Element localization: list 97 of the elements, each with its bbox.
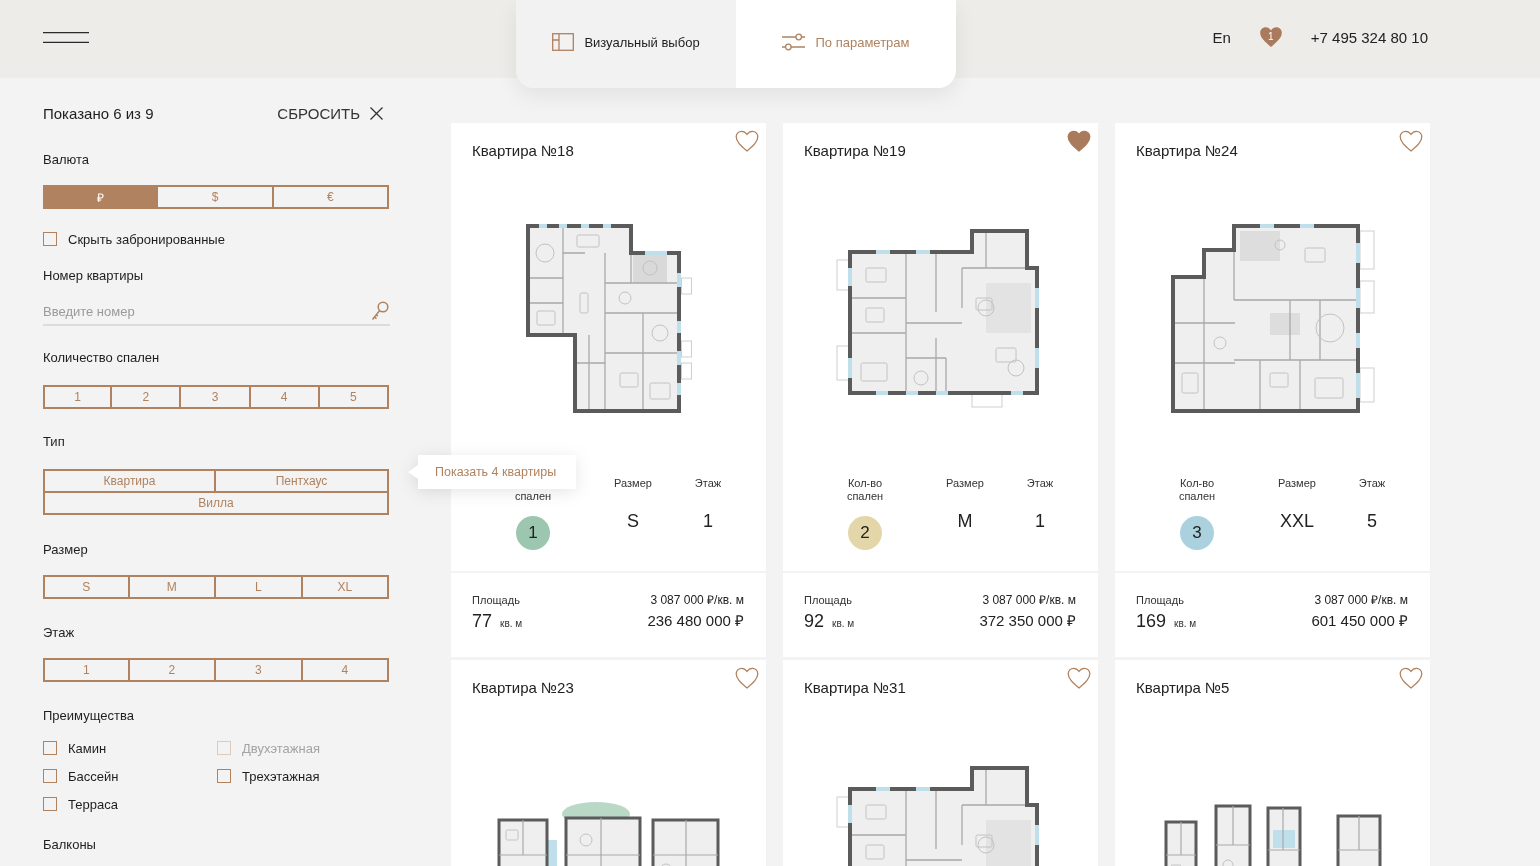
filter-option[interactable]: M	[127, 575, 216, 599]
filter-option[interactable]: L	[214, 575, 303, 599]
stat-label: Размер	[614, 477, 652, 490]
stat-label: Размер	[946, 477, 984, 490]
filter-option[interactable]: Квартира	[43, 469, 216, 493]
reset-button[interactable]: СБРОСИТЬ	[277, 104, 383, 122]
apartment-title: Квартира №24	[1136, 142, 1238, 160]
stat-value: XXL	[1280, 511, 1314, 531]
price-per-meter: 3 087 000 ₽/кв. м	[982, 593, 1076, 607]
view-tab[interactable]: Визуальный выбор	[516, 0, 736, 88]
apartment-title: Квартира №23	[472, 679, 574, 697]
area-unit: кв. м	[500, 618, 523, 629]
apartment-title: Квартира №19	[804, 142, 906, 160]
filter-option[interactable]: $	[156, 185, 274, 209]
language-link[interactable]: En	[1212, 29, 1231, 46]
filter-option[interactable]: €	[271, 185, 389, 209]
apartment-title: Квартира №31	[804, 679, 906, 697]
area-label: Площадь	[804, 593, 853, 607]
stat-label: Этаж	[1358, 477, 1386, 490]
heart-icon[interactable]	[1399, 130, 1423, 153]
area-value: 92	[804, 612, 825, 630]
filter-option[interactable]: 3	[214, 658, 303, 682]
stat-label: Этаж	[694, 477, 722, 490]
filter-label: Балконы	[43, 837, 96, 853]
stat-value: 5	[1367, 511, 1377, 531]
filter-option[interactable]: 4	[300, 658, 389, 682]
area-unit: кв. м	[832, 618, 855, 629]
filter-option[interactable]: 2	[110, 385, 182, 409]
filter-label: Номер квартиры	[43, 268, 144, 284]
checkbox[interactable]	[43, 797, 57, 811]
checkbox[interactable]	[43, 232, 57, 246]
heart-icon	[1258, 26, 1283, 49]
stat-value: 1	[1035, 511, 1045, 531]
filter-option[interactable]: Вилла	[43, 491, 389, 515]
layout-icon	[552, 33, 575, 51]
filter-option[interactable]: 1	[43, 385, 113, 409]
area-label: Площадь	[472, 593, 521, 607]
filter-label: Тип	[43, 434, 65, 450]
filter-option[interactable]: 2	[127, 658, 216, 682]
filter-option[interactable]: 4	[248, 385, 320, 409]
heart-icon[interactable]	[735, 130, 759, 153]
favorites-button[interactable]: 1	[1258, 26, 1283, 49]
heart-icon[interactable]	[1067, 667, 1091, 690]
stat-label: Этаж	[1026, 477, 1054, 490]
area-label: Площадь	[1136, 593, 1185, 607]
checkbox[interactable]	[43, 741, 57, 755]
heart-icon[interactable]	[1399, 667, 1423, 690]
menu-icon[interactable]	[43, 32, 89, 43]
stat-label: Размер	[1278, 477, 1316, 490]
checkbox-label: Терраса	[68, 796, 118, 812]
filter-label: Размер	[43, 542, 88, 558]
checkbox[interactable]	[217, 769, 231, 783]
area-value: 77	[472, 612, 493, 630]
bedroom-count: 2	[848, 516, 882, 550]
view-tab[interactable]: По параметрам	[736, 0, 956, 88]
area-unit: кв. м	[1174, 618, 1197, 629]
stat-label: Кол-во спален	[845, 477, 885, 503]
checkbox[interactable]	[43, 769, 57, 783]
apartment-title: Квартира №18	[472, 142, 574, 160]
checkbox-label: Двухэтажная	[242, 740, 320, 756]
price-per-meter: 3 087 000 ₽/кв. м	[1314, 593, 1408, 607]
price-per-meter: 3 087 000 ₽/кв. м	[650, 593, 744, 607]
stat-label: Кол-во спален	[1177, 477, 1217, 503]
total-price: 372 350 000 ₽	[979, 612, 1076, 630]
total-price: 601 450 000 ₽	[1311, 612, 1408, 630]
filter-option[interactable]: XL	[300, 575, 389, 599]
total-price: 236 480 000 ₽	[647, 612, 744, 630]
filter-option[interactable]: ₽	[43, 185, 159, 209]
apartment-number-field[interactable]: Введите номер	[43, 299, 390, 326]
heart-icon[interactable]	[735, 667, 759, 690]
checkbox-label: Камин	[68, 740, 107, 756]
close-icon	[370, 106, 383, 120]
phone-link[interactable]: +7 495 324 80 10	[1310, 29, 1428, 46]
stat-value: 1	[703, 511, 713, 531]
heart-icon[interactable]	[1067, 130, 1091, 153]
filter-label: Валюта	[43, 152, 89, 168]
area-value: 169	[1136, 612, 1167, 630]
filter-option[interactable]: 5	[317, 385, 389, 409]
apartment-title: Квартира №5	[1136, 679, 1230, 697]
bedroom-count: 3	[1180, 516, 1214, 550]
results-summary: Показано 6 из 9	[43, 104, 154, 122]
filter-option[interactable]: Пентхаус	[214, 469, 389, 493]
filter-label: Преимущества	[43, 708, 134, 724]
filter-option[interactable]: 3	[179, 385, 251, 409]
sliders-icon	[782, 33, 806, 51]
filter-option[interactable]: 1	[43, 658, 130, 682]
key-icon	[371, 300, 389, 321]
checkbox-label: Бассейн	[68, 768, 119, 784]
stat-value: S	[627, 511, 639, 531]
filter-option[interactable]: S	[43, 575, 130, 599]
checkbox-label: Трехэтажная	[242, 768, 320, 784]
filter-label: Количество спален	[43, 350, 160, 366]
checkbox-label: Скрыть забронированные	[68, 231, 225, 247]
filter-label: Этаж	[43, 625, 75, 641]
bedroom-count: 1	[516, 516, 550, 550]
stat-value: M	[957, 511, 973, 531]
stat-label: спален	[514, 490, 552, 503]
